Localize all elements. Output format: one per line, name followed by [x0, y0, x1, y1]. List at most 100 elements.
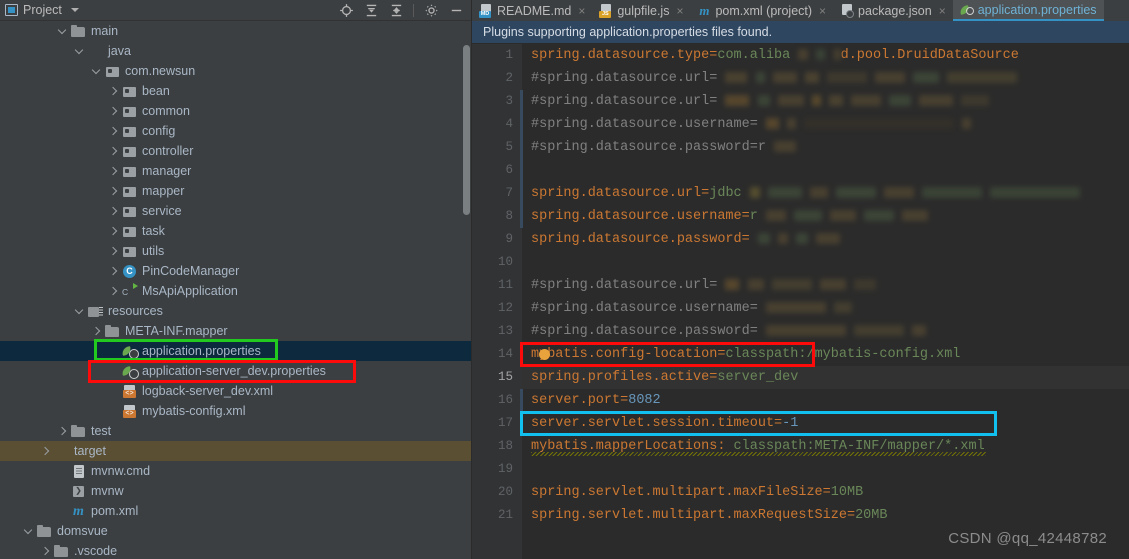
code-value: com.aliba: [717, 48, 791, 63]
close-icon[interactable]: ×: [578, 4, 585, 18]
code-line[interactable]: #spring.datasource.password=r: [522, 136, 1129, 159]
chevron-right-icon[interactable]: [108, 246, 119, 257]
editor-tab-pom-xml-project[interactable]: m pom.xml (project) ×: [690, 0, 833, 21]
chevron-right-icon[interactable]: [108, 206, 119, 217]
close-icon[interactable]: ×: [676, 4, 683, 18]
code-line[interactable]: [522, 159, 1129, 182]
chevron-down-icon[interactable]: [57, 26, 68, 37]
code-line[interactable]: #spring.datasource.url=: [522, 274, 1129, 297]
tree-item-common[interactable]: common: [0, 101, 472, 121]
editor-tab-readme-md[interactable]: MD README.md ×: [472, 0, 592, 21]
tree-item-vscode[interactable]: .vscode: [0, 541, 472, 559]
chevron-down-icon[interactable]: [23, 526, 34, 537]
tree-item-com-newsun[interactable]: com.newsun: [0, 61, 472, 81]
code-editor[interactable]: 1 2 3 4 5 6 7 8 9 10 11 12 13 14 15 16 17 18 19 20 21 spring…: [472, 44, 1129, 559]
tree-item-controller[interactable]: controller: [0, 141, 472, 161]
chevron-down-icon[interactable]: [74, 306, 85, 317]
expand-all-icon[interactable]: [363, 2, 379, 18]
line-number-gutter[interactable]: 1 2 3 4 5 6 7 8 9 10 11 12 13 14 15 16 17 18 19 20 21: [472, 44, 522, 559]
code-line[interactable]: [522, 251, 1129, 274]
code-line[interactable]: spring.datasource.username=r: [522, 205, 1129, 228]
code-line[interactable]: spring.servlet.multipart.maxRequestSize=…: [522, 504, 1129, 527]
close-icon[interactable]: ×: [819, 4, 826, 18]
chevron-right-icon[interactable]: [57, 426, 68, 437]
chevron-down-icon[interactable]: [70, 8, 79, 12]
tree-item-mvnw[interactable]: mvnw: [0, 481, 472, 501]
editor-tab-package-json[interactable]: package.json ×: [833, 0, 953, 21]
tree-item-pincodemanager[interactable]: PinCodeManager: [0, 261, 472, 281]
tree-item-label: test: [91, 424, 112, 438]
tree-item-config[interactable]: config: [0, 121, 472, 141]
redacted-text: [725, 72, 748, 83]
code-line[interactable]: spring.profiles.active=server_dev: [522, 366, 1129, 389]
code-line[interactable]: spring.servlet.multipart.maxFileSize=10M…: [522, 481, 1129, 504]
chevron-right-icon[interactable]: [91, 326, 102, 337]
locate-icon[interactable]: [338, 2, 354, 18]
tree-item-logback-server-dev-xml[interactable]: logback-server_dev.xml: [0, 381, 472, 401]
tree-item-resources[interactable]: resources: [0, 301, 472, 321]
chevron-right-icon[interactable]: [108, 266, 119, 277]
chevron-right-icon[interactable]: [108, 126, 119, 137]
editor-tab-bar[interactable]: MD README.md × JS gulpfile.js × m pom.xml (proj…: [472, 0, 1129, 21]
tree-item-test[interactable]: test: [0, 421, 472, 441]
tree-item-task[interactable]: task: [0, 221, 472, 241]
chevron-right-icon[interactable]: [40, 446, 51, 457]
chevron-right-icon[interactable]: [108, 226, 119, 237]
chevron-right-icon[interactable]: [108, 286, 119, 297]
tree-item-mvnw-cmd[interactable]: mvnw.cmd: [0, 461, 472, 481]
chevron-right-icon[interactable]: [108, 106, 119, 117]
tree-item-msapiapplication[interactable]: MsApiApplication: [0, 281, 472, 301]
tree-item-service[interactable]: service: [0, 201, 472, 221]
chevron-right-icon[interactable]: [108, 166, 119, 177]
tree-item-mybatis-config-xml[interactable]: mybatis-config.xml: [0, 401, 472, 421]
intention-bulb-icon[interactable]: [539, 349, 550, 360]
tree-item-application-server-dev-properties[interactable]: application-server_dev.properties: [0, 361, 472, 381]
chevron-right-icon[interactable]: [108, 86, 119, 97]
tree-item-application-properties[interactable]: application.properties: [0, 341, 472, 361]
code-line[interactable]: spring.datasource.type=com.aliba d.pool.…: [522, 44, 1129, 67]
collapse-all-icon[interactable]: [388, 2, 404, 18]
redacted-text: [796, 233, 809, 244]
code-line[interactable]: #spring.datasource.password=: [522, 320, 1129, 343]
editor-tab-gulpfile-js[interactable]: JS gulpfile.js ×: [592, 0, 690, 21]
code-line[interactable]: server.port=8082: [522, 389, 1129, 412]
tree-item-utils[interactable]: utils: [0, 241, 472, 261]
line-number: 11: [497, 278, 513, 292]
tree-item-java[interactable]: java: [0, 41, 472, 61]
tree-item-bean[interactable]: bean: [0, 81, 472, 101]
minimize-icon[interactable]: [448, 2, 464, 18]
code-line[interactable]: #spring.datasource.username=: [522, 297, 1129, 320]
code-line[interactable]: #spring.datasource.url=: [522, 67, 1129, 90]
code-line[interactable]: #spring.datasource.url=: [522, 90, 1129, 113]
tree-item-pom-xml[interactable]: pom.xml: [0, 501, 472, 521]
chevron-right-icon[interactable]: [108, 146, 119, 157]
code-line[interactable]: server.servlet.session.timeout=-1: [522, 412, 1129, 435]
tree-item-meta-inf-mapper[interactable]: META-INF.mapper: [0, 321, 472, 341]
code-line[interactable]: mybatis.mapperLocations: classpath:META-…: [522, 435, 1129, 458]
redacted-text: [787, 118, 797, 129]
tree-item-manager[interactable]: manager: [0, 161, 472, 181]
editor-tab-application-properties[interactable]: application.properties: [952, 0, 1104, 21]
tree-item-target[interactable]: target: [0, 441, 472, 461]
redacted-text: [913, 72, 940, 83]
plugin-notification-bar[interactable]: Plugins supporting application.propertie…: [472, 21, 1129, 44]
code-line[interactable]: #spring.datasource.username=: [522, 113, 1129, 136]
gear-icon[interactable]: [423, 2, 439, 18]
code-line[interactable]: [522, 458, 1129, 481]
chevron-right-icon[interactable]: [108, 186, 119, 197]
tree-item-domsvue[interactable]: domsvue: [0, 521, 472, 541]
chevron-right-icon[interactable]: [40, 546, 51, 557]
project-tree[interactable]: main java com.newsun bean common config contro…: [0, 21, 472, 559]
code-key: spring.datasource.type: [531, 48, 710, 63]
chevron-down-icon[interactable]: [74, 46, 85, 57]
tree-item-mapper[interactable]: mapper: [0, 181, 472, 201]
project-tree-scrollbar[interactable]: [463, 45, 470, 215]
close-icon[interactable]: ×: [939, 4, 946, 18]
code-line[interactable]: spring.datasource.url=jdbc: [522, 182, 1129, 205]
chevron-down-icon[interactable]: [91, 66, 102, 77]
code-line[interactable]: spring.datasource.password=: [522, 228, 1129, 251]
code-line[interactable]: mybatis.config-location=classpath:/mybat…: [522, 343, 1129, 366]
code-lines[interactable]: spring.datasource.type = com.aliba d.pool.…: [522, 44, 1129, 559]
redacted-text: [804, 72, 819, 83]
tree-item-main[interactable]: main: [0, 21, 472, 41]
